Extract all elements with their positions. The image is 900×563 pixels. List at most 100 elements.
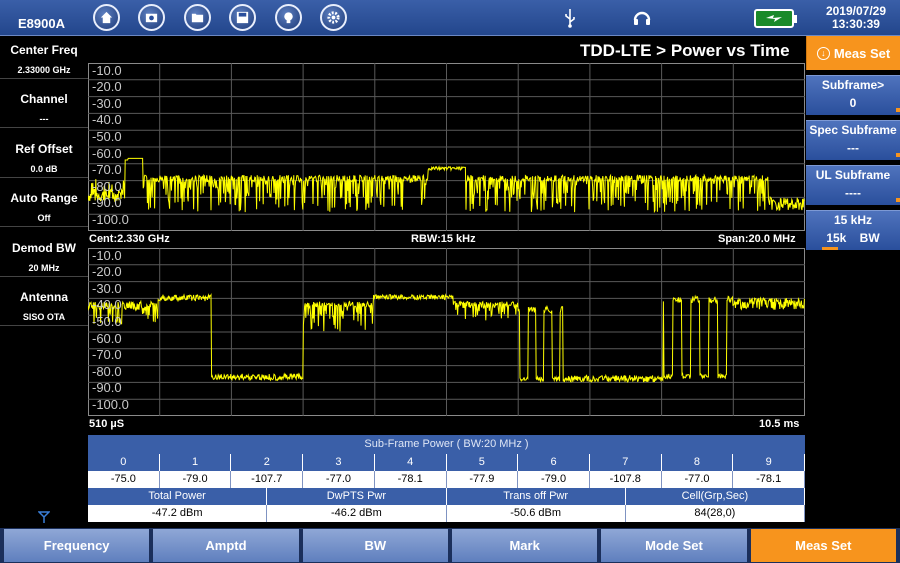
- spectrum-trace-area: [88, 63, 805, 231]
- subframe-index: 3: [303, 454, 375, 471]
- page-title: TDD-LTE > Power vs Time: [580, 41, 790, 60]
- subframe-index: 5: [446, 454, 519, 471]
- y-tick: -40.0: [92, 112, 122, 127]
- param-value: ---: [0, 114, 88, 129]
- subframe-index: 6: [518, 454, 590, 471]
- home-icon[interactable]: [93, 4, 120, 31]
- span-label: Span:20.0 MHz: [718, 233, 796, 245]
- param-channel[interactable]: Channel ---: [0, 86, 88, 136]
- bulb-icon[interactable]: [275, 4, 302, 31]
- param-demod-bw[interactable]: Demod BW 20 MHz: [0, 234, 88, 284]
- param-label: Center Freq: [10, 42, 78, 57]
- gear-icon[interactable]: [320, 4, 347, 31]
- tab-mode-set[interactable]: Mode Set: [601, 529, 747, 562]
- softkey-label: 15 kHz: [833, 213, 873, 227]
- subframe-power: -75.0: [88, 471, 160, 488]
- param-value: 20 MHz: [0, 263, 88, 277]
- subframe-power: -78.1: [733, 471, 806, 488]
- save-icon[interactable]: [229, 4, 256, 31]
- y-tick: -100.0: [92, 397, 129, 412]
- table-title: Sub-Frame Power ( BW:20 MHz ): [88, 435, 805, 454]
- param-ref-offset[interactable]: Ref Offset 0.0 dB: [0, 135, 88, 185]
- rbw-label: RBW:15 kHz: [411, 233, 476, 245]
- indicator-dot: [896, 153, 900, 157]
- usb-icon: [563, 8, 577, 33]
- camera-folder-icon[interactable]: [138, 4, 165, 31]
- y-tick: -90.0: [92, 380, 122, 395]
- summary-value: -50.6 dBm: [446, 505, 626, 522]
- y-tick: -30.0: [92, 281, 122, 296]
- y-tick: -10.0: [92, 63, 122, 78]
- analyzer-screen: E8900A 2019/07/29 13:30:39 Center Freq 2…: [0, 0, 900, 563]
- subframe-index: 8: [661, 454, 734, 471]
- summary-header: Cell(Grp,Sec): [625, 488, 805, 505]
- subframe-power: -107.7: [231, 471, 304, 488]
- subframe-power-row: -75.0 -79.0 -107.7 -77.0 -78.1 -77.9 -79…: [88, 471, 806, 488]
- param-center-freq[interactable]: Center Freq 2.33000 GHz: [0, 36, 88, 86]
- bottom-tab-bar: Frequency Amptd BW Mark Mode Set Meas Se…: [0, 528, 900, 563]
- subframe-power-table: Sub-Frame Power ( BW:20 MHz ) 0 1 2 3 4 …: [88, 435, 806, 525]
- summary-value-row: -47.2 dBm -46.2 dBm -50.6 dBm 84(28,0): [88, 505, 805, 522]
- y-tick: -50.0: [92, 129, 122, 144]
- tab-frequency[interactable]: Frequency: [4, 529, 150, 562]
- meas-set-label: Meas Set: [833, 45, 891, 61]
- tab-amptd[interactable]: Amptd: [153, 529, 299, 562]
- summary-header-row: Total Power DwPTS Pwr Trans off Pwr Cell…: [88, 488, 805, 505]
- subframe-index: 9: [733, 454, 806, 471]
- softkey-value: ----: [845, 186, 861, 200]
- spec-subframe-button[interactable]: Spec Subframe ---: [806, 120, 900, 160]
- y-tick: -40.0: [92, 297, 122, 312]
- folder-icon[interactable]: [184, 4, 211, 31]
- summary-header: DwPTS Pwr: [267, 488, 447, 505]
- subframe-button[interactable]: Subframe> 0: [806, 75, 900, 115]
- y-tick: -20.0: [92, 79, 122, 94]
- summary-value: 84(28,0): [625, 505, 805, 522]
- time-label: 13:30:39: [831, 17, 880, 31]
- headset-icon: [632, 8, 652, 33]
- param-antenna[interactable]: Antenna SISO OTA: [0, 284, 88, 334]
- subframe-header-row: 0 1 2 3 4 5 6 7 8 9: [88, 454, 806, 471]
- param-label: Channel: [20, 92, 68, 107]
- selection-underline: [822, 247, 838, 250]
- param-value: Off: [0, 213, 88, 228]
- datetime: 2019/07/29 13:30:39: [826, 5, 886, 31]
- left-param-panel: Center Freq 2.33000 GHz Channel --- Ref …: [0, 36, 88, 528]
- time-trace-area: [88, 248, 805, 416]
- download-circle-icon: ↓: [816, 46, 830, 60]
- top-bar: E8900A 2019/07/29 13:30:39: [0, 0, 900, 36]
- softkey-value: 0: [849, 96, 857, 110]
- battery-icon: [754, 9, 797, 28]
- tab-bw[interactable]: BW: [302, 529, 448, 562]
- subframe-index: 4: [374, 454, 447, 471]
- param-value: 0.0 dB: [0, 164, 88, 178]
- param-label: Antenna: [20, 290, 68, 305]
- tab-mark[interactable]: Mark: [451, 529, 598, 562]
- softkey-label: UL Subframe: [815, 168, 891, 182]
- summary-value: -46.2 dBm: [267, 505, 447, 522]
- param-auto-range[interactable]: Auto Range Off: [0, 185, 88, 235]
- subframe-index: 7: [589, 454, 662, 471]
- tab-meas-set[interactable]: Meas Set: [750, 529, 896, 562]
- spectrum-plot[interactable]: -10.0 -20.0 -30.0 -40.0 -50.0 -60.0 -70.…: [88, 63, 805, 231]
- softkey-value: 15k BW: [826, 231, 880, 245]
- subframe-power: -78.1: [374, 471, 447, 488]
- subframe-power: -77.0: [303, 471, 375, 488]
- y-tick: -90.0: [92, 195, 122, 210]
- summary-header: Total Power: [88, 488, 268, 505]
- subframe-power: -79.0: [518, 471, 590, 488]
- summary-header: Trans off Pwr: [446, 488, 626, 505]
- time-start-label: 510 µS: [89, 418, 125, 430]
- y-tick: -30.0: [92, 96, 122, 111]
- subframe-power: -77.9: [446, 471, 519, 488]
- y-tick: -70.0: [92, 347, 122, 362]
- y-tick: -50.0: [92, 314, 122, 329]
- power-vs-time-plot[interactable]: -10.0 -20.0 -30.0 -40.0 -50.0 -60.0 -70.…: [88, 248, 805, 416]
- subcarrier-spacing-button[interactable]: 15 kHz 15k BW: [806, 210, 900, 250]
- summary-value: -47.2 dBm: [88, 505, 268, 522]
- antenna-icon: [37, 510, 51, 528]
- meas-set-header[interactable]: ↓ Meas Set: [806, 36, 900, 70]
- subframe-index: 0: [88, 454, 160, 471]
- y-tick: -100.0: [92, 212, 129, 227]
- subframe-power: -107.8: [589, 471, 662, 488]
- ul-subframe-button[interactable]: UL Subframe ----: [806, 165, 900, 205]
